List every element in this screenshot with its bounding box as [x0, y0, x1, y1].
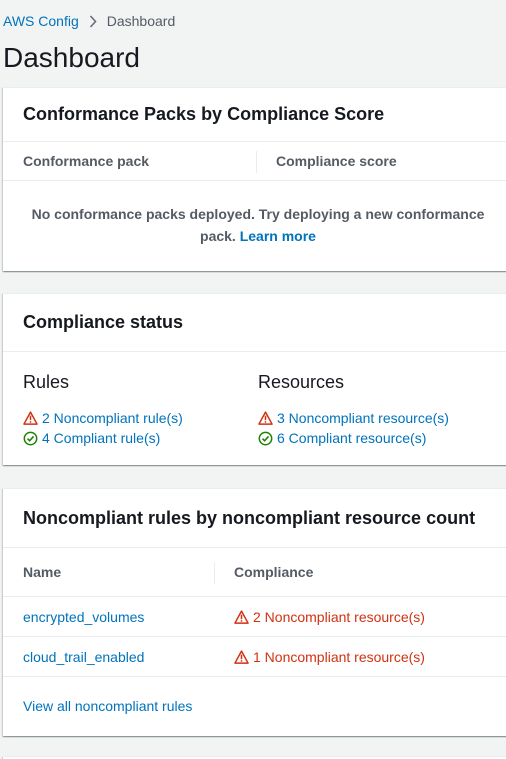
rule-compliance-text: 1 Noncompliant resource(s) [253, 648, 425, 665]
noncompliant-rules-title: Noncompliant rules by noncompliant resou… [3, 489, 506, 548]
rule-compliance: 2 Noncompliant resource(s) [214, 609, 425, 625]
compliant-rules-link[interactable]: 4 Compliant rule(s) [23, 428, 258, 448]
noncompliant-resources-link[interactable]: 3 Noncompliant resource(s) [258, 408, 493, 428]
conformance-table-header: Conformance pack Compliance score [3, 142, 506, 181]
learn-more-link[interactable]: Learn more [240, 228, 316, 244]
empty-state-message: No conformance packs deployed. Try deplo… [3, 181, 506, 247]
resources-heading: Resources [258, 372, 345, 392]
rule-name-link[interactable]: cloud_trail_enabled [3, 649, 214, 665]
page-title: Dashboard [3, 42, 140, 73]
conformance-packs-title: Conformance Packs by Compliance Score [3, 88, 506, 142]
compliant-resources-text: 6 Compliant resource(s) [277, 430, 427, 446]
column-header-conformance-pack[interactable]: Conformance pack [3, 153, 256, 169]
breadcrumb-current: Dashboard [106, 13, 176, 29]
noncompliant-rules-link[interactable]: 2 Noncompliant rule(s) [23, 408, 258, 428]
table-row: encrypted_volumes 2 Noncompliant resourc… [3, 597, 506, 637]
breadcrumb-aws-config-link[interactable]: AWS Config [3, 13, 79, 29]
breadcrumb: AWS Config Dashboard [3, 13, 175, 29]
warning-triangle-icon [258, 411, 273, 425]
check-circle-icon [258, 431, 273, 445]
column-header-name[interactable]: Name [3, 564, 214, 580]
column-header-compliance[interactable]: Compliance [214, 562, 313, 584]
noncompliant-rules-text: 2 Noncompliant rule(s) [42, 410, 183, 426]
rule-compliance: 1 Noncompliant resource(s) [214, 649, 425, 665]
noncompliant-rules-table-header: Name Compliance [3, 548, 506, 597]
column-header-compliance-score[interactable]: Compliance score [256, 151, 397, 173]
rule-name-link[interactable]: encrypted_volumes [3, 609, 214, 625]
rule-compliance-text: 2 Noncompliant resource(s) [253, 608, 425, 625]
compliance-status-card: Compliance status Rules 2 Noncompliant r… [3, 293, 506, 465]
warning-triangle-icon [234, 609, 249, 624]
chevron-right-icon [89, 14, 97, 28]
conformance-packs-card: Conformance Packs by Compliance Score Co… [3, 87, 506, 271]
compliant-resources-link[interactable]: 6 Compliant resource(s) [258, 428, 493, 448]
view-all-noncompliant-rules-link[interactable]: View all noncompliant rules [3, 677, 506, 714]
noncompliant-resources-text: 3 Noncompliant resource(s) [277, 410, 449, 426]
compliant-rules-text: 4 Compliant rule(s) [42, 430, 161, 446]
compliance-status-title: Compliance status [3, 294, 506, 352]
noncompliant-rules-card: Noncompliant rules by noncompliant resou… [3, 488, 506, 736]
resources-column: Resources 3 Noncompliant resource(s) 6 C… [258, 372, 493, 448]
check-circle-icon [23, 431, 38, 445]
warning-triangle-icon [234, 649, 249, 664]
rules-column: Rules 2 Noncompliant rule(s) 4 Compliant… [23, 372, 258, 448]
warning-triangle-icon [23, 411, 38, 425]
rules-heading: Rules [23, 372, 70, 392]
table-row: cloud_trail_enabled 1 Noncompliant resou… [3, 637, 506, 677]
